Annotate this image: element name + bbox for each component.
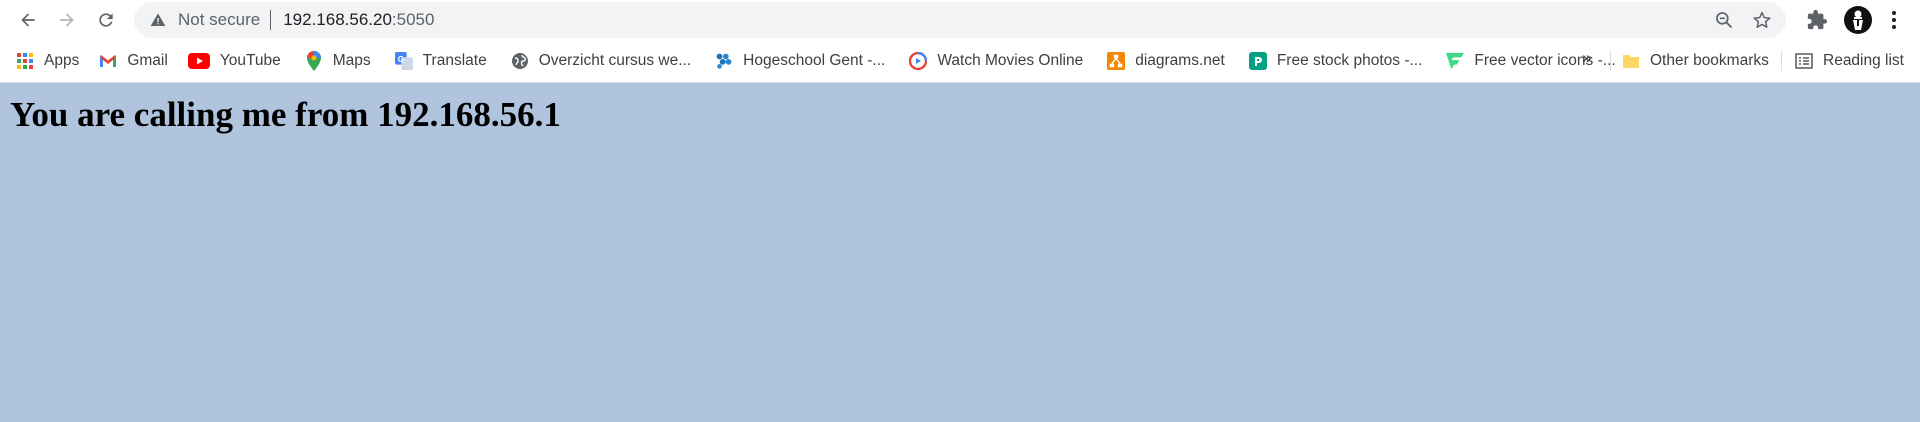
reading-list-icon <box>1795 52 1813 70</box>
apps-grid-icon <box>16 52 34 70</box>
bookmark-label: diagrams.net <box>1135 52 1225 69</box>
profile-avatar[interactable] <box>1844 6 1872 34</box>
bookmark-label: Free stock photos -... <box>1276 52 1423 69</box>
bookmark-hogent[interactable]: Hogeschool Gent -... <box>709 45 891 77</box>
bookmark-youtube[interactable]: YouTube <box>182 45 287 77</box>
arrow-right-icon <box>60 13 74 27</box>
maps-icon <box>305 51 323 71</box>
svg-text:G: G <box>397 55 403 64</box>
browser-toolbar: Not secure 192.168.56.20:5050 <box>0 0 1920 40</box>
folder-icon <box>1622 52 1640 70</box>
bookmark-apps[interactable]: Apps <box>10 45 85 77</box>
bookmark-label: Apps <box>44 52 80 69</box>
security-status[interactable]: Not secure <box>178 10 260 30</box>
bookmark-diagrams[interactable]: diagrams.net <box>1101 45 1231 77</box>
forward-button[interactable] <box>50 3 84 37</box>
stock-photos-icon <box>1248 52 1267 70</box>
bookmark-label: Watch Movies Online <box>937 52 1084 69</box>
zoom-out-icon[interactable] <box>1714 10 1734 30</box>
bookmark-watch-movies[interactable]: Watch Movies Online <box>903 45 1089 77</box>
movies-icon <box>909 52 928 70</box>
bookmarks-bar: Apps Gmail YouTube Maps G Translate Over… <box>0 40 1920 83</box>
address-bar[interactable]: Not secure 192.168.56.20:5050 <box>134 2 1786 38</box>
profile-figure-icon <box>1853 10 1863 30</box>
url-port: :5050 <box>391 10 435 29</box>
bookmark-label: Gmail <box>127 52 168 69</box>
youtube-icon <box>187 52 210 70</box>
bookmark-translate[interactable]: G Translate <box>389 45 493 77</box>
reading-list-button[interactable]: Reading list <box>1789 45 1910 77</box>
arrow-left-icon <box>21 13 35 27</box>
bookmark-label: Other bookmarks <box>1650 52 1769 69</box>
vector-icons-icon <box>1446 52 1465 70</box>
warning-icon <box>150 13 166 26</box>
page-heading: You are calling me from 192.168.56.1 <box>10 95 561 134</box>
url-host: 192.168.56.20 <box>283 10 392 29</box>
translate-icon: G <box>394 52 413 70</box>
other-bookmarks-folder[interactable]: Other bookmarks <box>1616 45 1775 77</box>
hogent-icon <box>715 52 733 70</box>
bookmark-label: Free vector icons -... <box>1474 52 1616 69</box>
extensions-puzzle-icon[interactable] <box>1806 9 1828 31</box>
bookmark-label: Hogeschool Gent -... <box>743 52 886 69</box>
globe-icon <box>511 52 529 70</box>
bookmarks-divider <box>1610 51 1611 71</box>
bookmark-gmail[interactable]: Gmail <box>93 45 173 77</box>
bookmark-label: Maps <box>332 52 371 69</box>
bookmark-overzicht[interactable]: Overzicht cursus we... <box>505 45 697 77</box>
bookmarks-divider-2 <box>1781 51 1782 71</box>
address-separator <box>270 10 272 30</box>
reload-button[interactable] <box>89 3 123 37</box>
bookmark-star-icon[interactable] <box>1752 10 1772 30</box>
bookmark-label: Overzicht cursus we... <box>538 52 692 69</box>
bookmark-label: YouTube <box>219 52 281 69</box>
bookmark-stock-photos[interactable]: Free stock photos -... <box>1243 45 1429 77</box>
back-button[interactable] <box>11 3 45 37</box>
diagrams-icon <box>1107 52 1126 70</box>
bookmarks-overflow-chevron[interactable]: » <box>1582 48 1591 68</box>
page-content: You are calling me from 192.168.56.1 <box>0 83 1920 143</box>
bookmark-vector-icons[interactable]: Free vector icons -... <box>1440 45 1621 77</box>
bookmark-label: Translate <box>422 52 487 69</box>
url-text[interactable]: 192.168.56.20:5050 <box>283 10 434 30</box>
gmail-icon <box>99 52 117 70</box>
reload-icon <box>99 13 113 27</box>
bookmark-label: Reading list <box>1823 52 1904 69</box>
browser-menu-icon[interactable] <box>1884 8 1904 32</box>
browser-chrome: Not secure 192.168.56.20:5050 Apps Gmail… <box>0 0 1920 83</box>
bookmark-maps[interactable]: Maps <box>299 45 377 77</box>
